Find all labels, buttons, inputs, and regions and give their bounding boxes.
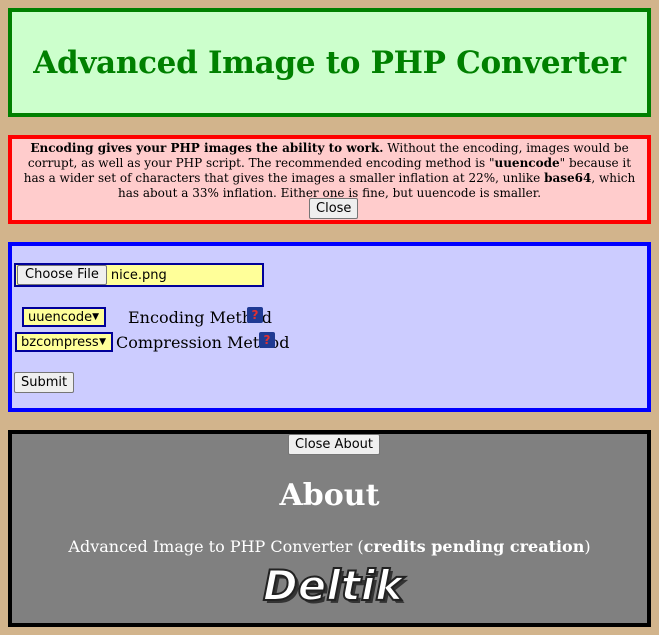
help-question-icon[interactable]: ? <box>247 307 263 323</box>
file-input[interactable]: Choose File nice.png <box>14 263 264 287</box>
credits-prefix: Advanced Image to PHP Converter ( <box>68 537 364 556</box>
notice-text: Encoding gives your PHP images the abili… <box>20 141 639 201</box>
notice-uuencode: uuencode <box>494 156 560 170</box>
about-panel: Close About About Advanced Image to PHP … <box>8 430 651 627</box>
compression-method-select[interactable]: bzcompress ▼ <box>15 332 113 352</box>
dropdown-arrow-icon: ▼ <box>92 312 99 322</box>
credits-suffix: ) <box>584 537 591 556</box>
page-title: Advanced Image to PHP Converter <box>33 44 626 81</box>
compression-method-value: bzcompress <box>21 334 99 350</box>
close-notice-button[interactable]: Close <box>309 198 359 219</box>
dropdown-arrow-icon: ▼ <box>99 337 106 347</box>
deltik-logo: Deltik Deltik <box>262 560 409 612</box>
about-credits: Advanced Image to PHP Converter (credits… <box>12 537 647 556</box>
upload-form-panel: Choose File nice.png uuencode ▼ Encoding… <box>8 242 651 412</box>
encoding-method-value: uuencode <box>28 309 93 325</box>
credits-bold: credits pending creation <box>363 537 585 556</box>
close-about-button[interactable]: Close About <box>288 434 380 455</box>
encoding-notice-panel: Encoding gives your PHP images the abili… <box>8 135 651 224</box>
header-panel: Advanced Image to PHP Converter <box>8 8 651 117</box>
submit-button[interactable]: Submit <box>14 372 75 393</box>
selected-file-name: nice.png <box>110 267 167 283</box>
logo-text: Deltik <box>263 561 406 610</box>
help-question-icon[interactable]: ? <box>259 332 275 348</box>
notice-bold-intro: Encoding gives your PHP images the abili… <box>30 141 384 155</box>
encoding-method-select[interactable]: uuencode ▼ <box>22 307 106 327</box>
choose-file-button[interactable]: Choose File <box>17 265 107 285</box>
about-heading: About <box>279 478 380 513</box>
notice-base64: base64 <box>544 171 592 185</box>
